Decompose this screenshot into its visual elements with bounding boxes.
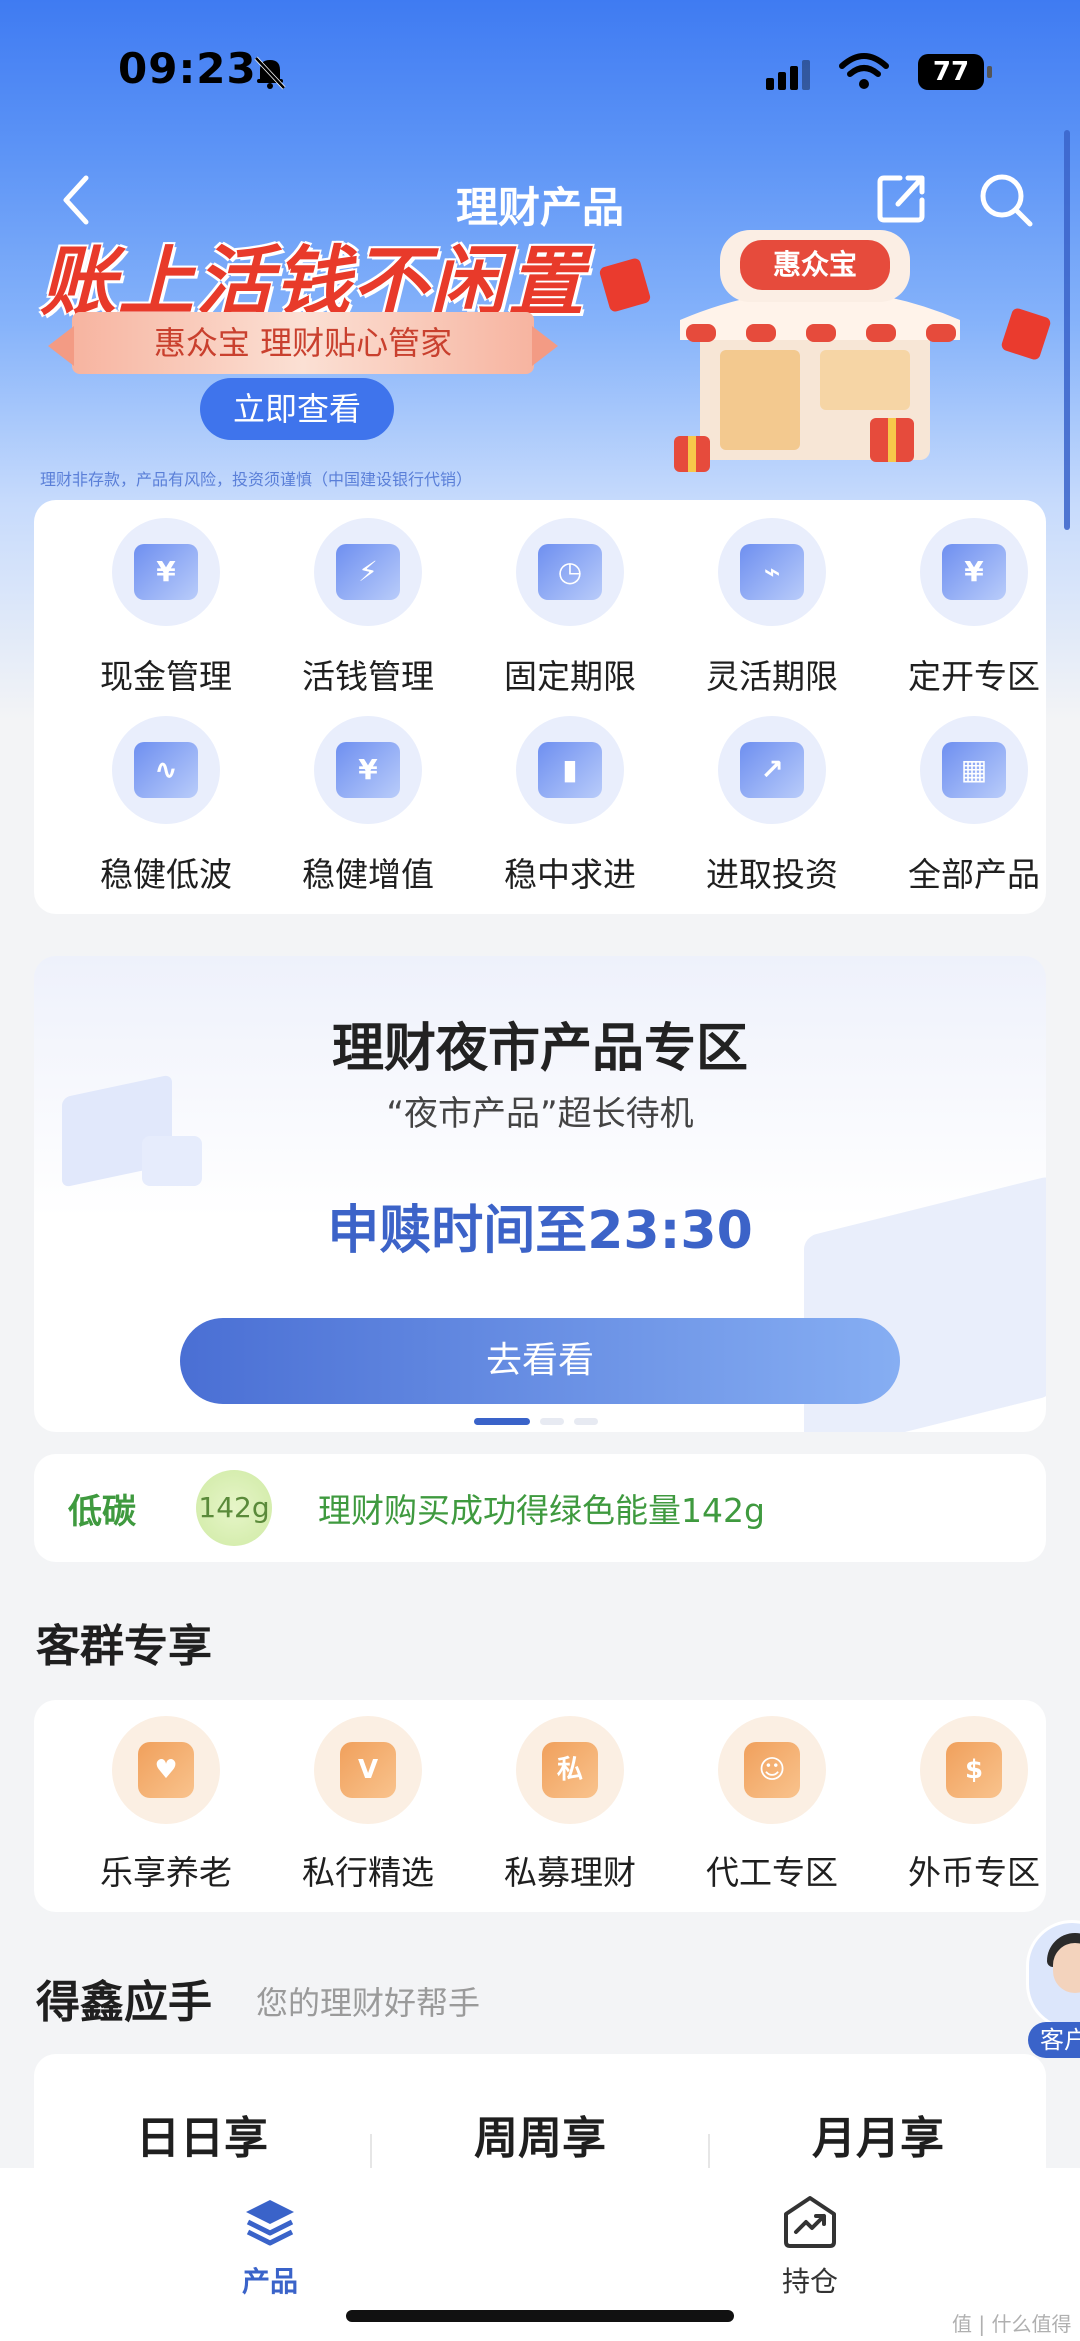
category-label: 活钱管理 [302,657,434,696]
nav-holding-label: 持仓 [781,2265,838,2298]
nav-product[interactable]: 产品 [170,2194,370,2304]
wifi-icon [839,53,889,89]
carousel-dot-active [474,1418,530,1425]
store-illustration[interactable]: 惠众宝 [660,200,990,480]
customer-item-label: 私募理财 [504,1853,636,1892]
night-market-time: 申赎时间至23:30 [327,1201,753,1261]
category-item[interactable]: ▦ 全部产品 [874,698,1074,894]
page-scrollbar[interactable] [1064,130,1070,530]
holding-chart-icon [784,2196,836,2248]
night-market-title: 理财夜市产品专区 [331,1019,748,1079]
category-item[interactable]: ¥ 定开专区 [874,500,1074,696]
category-label: 固定期限 [504,657,636,696]
category-item[interactable]: ◷ 固定期限 [470,500,670,696]
customer-item[interactable]: $ 外币专区 [874,1700,1074,1912]
green-energy-badge: 142g [196,1470,272,1546]
night-market-card[interactable]: 理财夜市产品专区 “夜市产品”超长待机 申赎时间至23:30 去看看 [34,956,1046,1432]
service-label: 客户 [1028,2022,1080,2058]
worker-icon: ☺ [718,1716,826,1824]
category-label: 稳健低波 [100,855,232,894]
tab-weekly[interactable]: 周周享 [372,2102,708,2166]
helper-section-subtitle: 您的理财好帮手 [256,1984,481,2022]
store-sign: 惠众宝 [773,248,857,281]
customer-item-label: 外币专区 [908,1853,1040,1892]
category-label: 进取投资 [706,855,838,894]
status-bar: 09:23 77 [0,0,1080,140]
private-bag-icon: 私 [516,1716,624,1824]
nav-product-label: 产品 [241,2265,298,2298]
banner-view-button[interactable]: 立即查看 [200,378,394,440]
customer-grid: ♥ 乐享养老 V 私行精选私私募理财 ☺ 代工专区 $ 外币专区 [34,1700,1046,1912]
trend-card-icon: ⌁ [718,518,826,626]
customer-service-float[interactable]: 客户 [1026,1920,1080,2060]
risk-disclaimer: 理财非存款，产品有风险，投资须谨慎（中国建设银行代销） [40,470,473,489]
category-label: 稳中求进 [504,855,636,894]
category-item[interactable]: ↗ 进取投资 [672,698,872,894]
grid-blocks-icon: ▦ [920,716,1028,824]
customer-section-title: 客群专享 [36,1621,212,1672]
tab-daily[interactable]: 日日享 [34,2102,370,2166]
customer-item[interactable]: ☺ 代工专区 [672,1700,872,1912]
lightning-shield-icon: ⚡ [314,518,422,626]
category-label: 灵活期限 [706,657,838,696]
category-item[interactable]: ¥ 稳健增值 [268,698,468,894]
battery-indicator: 77 [918,54,992,90]
category-grid: ¥ 现金管理 ⚡ 活钱管理 ◷ 固定期限 ⌁ 灵活期限 ¥ 定开专区 ∿ 稳健低波 ¥ 稳健增值 ▮ 稳中求进… [34,500,1046,914]
elder-heart-icon: ♥ [112,1716,220,1824]
layers-icon [246,2200,294,2246]
customer-item-label: 私行精选 [302,1853,434,1892]
low-carbon-label: 低碳 [68,1492,136,1532]
category-item[interactable]: ¥ 现金管理 [66,500,266,696]
customer-item[interactable]: 私私募理财 [470,1700,670,1912]
nav-holding[interactable]: 持仓 [710,2194,910,2304]
service-avatar [1026,1920,1080,2030]
category-label: 全部产品 [908,855,1040,894]
private-house-icon: V [314,1716,422,1824]
cash-card-icon: ¥ [112,518,220,626]
customer-item-label: 乐享养老 [100,1853,232,1892]
decor-cube [142,1136,202,1186]
house-yuan-icon: ¥ [314,716,422,824]
category-label: 稳健增值 [302,855,434,894]
category-item[interactable]: ∿ 稳健低波 [66,698,266,894]
bar-chart-icon: ▮ [516,716,624,824]
category-item[interactable]: ▮ 稳中求进 [470,698,670,894]
banner-ribbon: 惠众宝 理财贴心管家 [48,312,558,374]
calendar-yuan-icon: ¥ [920,518,1028,626]
night-market-subtitle: “夜市产品”超长待机 [386,1094,694,1134]
status-time: 09:23 [118,44,257,93]
category-item[interactable]: ⚡ 活钱管理 [268,500,468,696]
dollar-coin-icon: $ [920,1716,1028,1824]
growth-coin-icon: ↗ [718,716,826,824]
carousel-dot [540,1418,564,1425]
customer-item-label: 代工专区 [706,1853,838,1892]
cellular-signal-icon [766,58,822,90]
helper-section-title: 得鑫应手 [36,1977,212,2028]
carousel-indicator [474,1418,614,1426]
bottom-nav: 产品 持仓 [0,2168,1080,2341]
tab-monthly[interactable]: 月月享 [710,2102,1046,2166]
carousel-dot [574,1418,598,1425]
watermark: 值 | 什么值得买 [952,2312,1072,2336]
customer-item[interactable]: ♥ 乐享养老 [66,1700,266,1912]
mute-bell-icon [254,56,286,90]
clock-shield-icon: ◷ [516,518,624,626]
home-indicator[interactable] [346,2310,734,2322]
green-energy-text: 理财购买成功得绿色能量142g [318,1491,765,1530]
go-see-button[interactable]: 去看看 [180,1318,900,1404]
customer-item[interactable]: V 私行精选 [268,1700,468,1912]
category-label: 现金管理 [100,657,232,696]
category-item[interactable]: ⌁ 灵活期限 [672,500,872,696]
wave-chart-icon: ∿ [112,716,220,824]
category-label: 定开专区 [908,657,1040,696]
low-carbon-bar[interactable]: 低碳 142g 理财购买成功得绿色能量142g [34,1454,1046,1562]
